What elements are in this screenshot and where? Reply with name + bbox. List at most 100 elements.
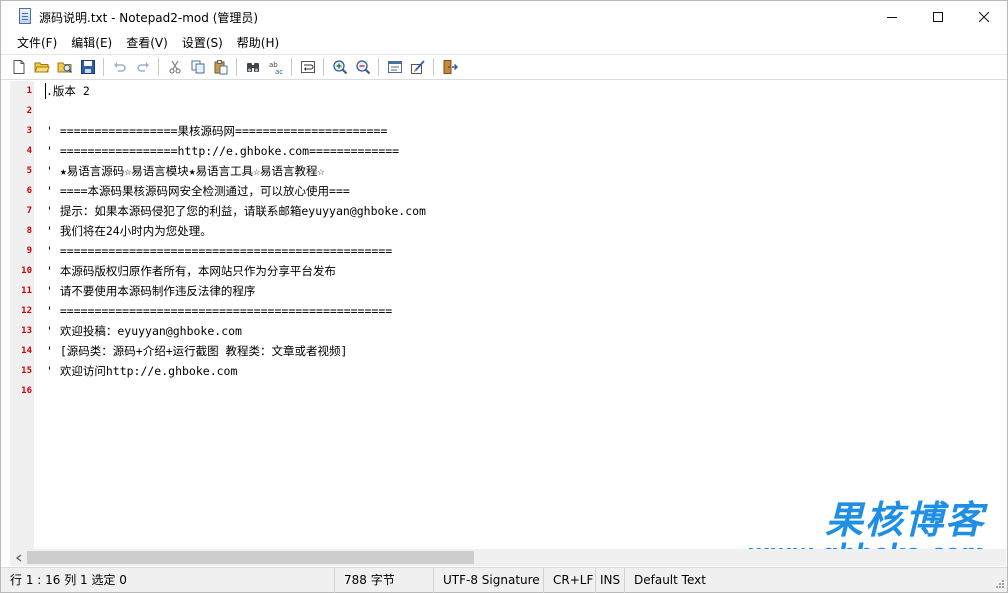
- toolbar-separator: [158, 58, 159, 76]
- toolbar: ab ac: [1, 54, 1007, 80]
- close-icon: [979, 12, 989, 22]
- notepad2-window: 源码说明.txt - Notepad2-mod (管理员) 文件(F) 编辑(E…: [0, 0, 1008, 593]
- code-line[interactable]: ' 欢迎投稿：eyuyyan@ghboke.com: [46, 321, 242, 341]
- menu-settings[interactable]: 设置(S): [175, 33, 230, 53]
- status-line-ending[interactable]: CR+LF: [544, 567, 596, 593]
- toolbar-separator: [378, 58, 379, 76]
- menu-help[interactable]: 帮助(H): [230, 33, 286, 53]
- code-line[interactable]: ' =================果核源码网================…: [46, 121, 387, 141]
- paste-icon: [214, 60, 227, 75]
- editor-area[interactable]: 1 2 3 4 5 6 7 8 9 10 11 12 13 14 15 16 .…: [10, 81, 1006, 549]
- toolbar-separator: [236, 58, 237, 76]
- new-file-button[interactable]: [7, 56, 30, 78]
- scheme-button[interactable]: [383, 56, 406, 78]
- redo-button[interactable]: [131, 56, 154, 78]
- close-button[interactable]: [961, 1, 1007, 33]
- code-line[interactable]: ' 本源码版权归原作者所有，本网站只作为分享平台发布: [46, 261, 336, 281]
- replace-icon: abac: [269, 61, 283, 75]
- toolbar-separator: [433, 58, 434, 76]
- zoom-in-button[interactable]: [328, 56, 351, 78]
- svg-text:ac: ac: [275, 68, 283, 75]
- new-file-icon: [13, 60, 24, 74]
- code-line[interactable]: ' 请不要使用本源码制作违反法律的程序: [46, 281, 255, 301]
- line-number: 14: [21, 346, 32, 356]
- open-file-button[interactable]: [30, 56, 53, 78]
- line-number: 9: [26, 246, 32, 256]
- code-line[interactable]: ' ★易语言源码☆易语言模块★易语言工具☆易语言教程☆: [46, 161, 324, 181]
- cut-button[interactable]: [163, 56, 186, 78]
- resize-grip-icon[interactable]: [991, 577, 1005, 591]
- save-icon: [80, 60, 95, 74]
- chevron-left-icon: [15, 553, 21, 562]
- toolbar-separator: [323, 58, 324, 76]
- exit-icon: [443, 60, 458, 74]
- zoom-out-icon: [355, 60, 370, 75]
- customize-icon: [410, 60, 425, 74]
- line-number: 11: [21, 286, 32, 296]
- code-line[interactable]: ' =================http://e.ghboke.com==…: [46, 141, 399, 161]
- scheme-icon: [387, 61, 402, 73]
- status-file-size: 788 字节: [335, 567, 434, 593]
- scrollbar-thumb[interactable]: [27, 551, 474, 564]
- code-line[interactable]: ' 我们将在24小时内为您处理。: [46, 221, 212, 241]
- toolbar-separator: [103, 58, 104, 76]
- browse-button[interactable]: [53, 56, 76, 78]
- status-bar: 行 1 : 16 列 1 选定 0 788 字节 UTF-8 Signature…: [1, 567, 1007, 593]
- horizontal-scrollbar[interactable]: [10, 549, 1006, 566]
- maximize-icon: [933, 12, 943, 22]
- line-number: 3: [26, 126, 32, 136]
- customize-button[interactable]: [406, 56, 429, 78]
- line-number: 15: [21, 366, 32, 376]
- minimize-button[interactable]: [869, 1, 915, 33]
- menu-view[interactable]: 查看(V): [119, 33, 175, 53]
- copy-button[interactable]: [186, 56, 209, 78]
- copy-icon: [191, 60, 204, 74]
- undo-icon: [113, 62, 126, 72]
- code-line[interactable]: ' [源码类：源码+介绍+运行截图 教程类：文章或者视频]: [46, 341, 347, 361]
- code-line[interactable]: ' 欢迎访问http://e.ghboke.com: [46, 361, 237, 381]
- exit-button[interactable]: [438, 56, 461, 78]
- menu-file[interactable]: 文件(F): [10, 33, 64, 53]
- redo-icon: [136, 62, 149, 72]
- code-line[interactable]: ' ======================================…: [46, 301, 392, 321]
- menu-edit[interactable]: 编辑(E): [64, 33, 119, 53]
- zoom-out-button[interactable]: [351, 56, 374, 78]
- line-number: 6: [26, 186, 32, 196]
- scroll-left-button[interactable]: [10, 549, 27, 566]
- find-icon: [246, 63, 259, 72]
- code-line[interactable]: ' 提示：如果本源码侵犯了您的利益，请联系邮箱eyuyyan@ghboke.co…: [46, 201, 426, 221]
- line-number: 4: [26, 146, 32, 156]
- browse-icon: [57, 62, 72, 74]
- open-folder-icon: [33, 62, 50, 73]
- line-number: 13: [21, 326, 32, 336]
- menu-bar: 文件(F) 编辑(E) 查看(V) 设置(S) 帮助(H): [1, 33, 1007, 53]
- line-number: 7: [26, 206, 32, 216]
- line-number: 5: [26, 166, 32, 176]
- save-button[interactable]: [76, 56, 99, 78]
- status-position: 行 1 : 16 列 1 选定 0: [1, 567, 335, 593]
- paste-button[interactable]: [209, 56, 232, 78]
- word-wrap-button[interactable]: [296, 56, 319, 78]
- code-line[interactable]: ' ====本源码果核源码网安全检测通过，可以放心使用===: [46, 181, 350, 201]
- line-number: 16: [21, 386, 32, 396]
- window-title: 源码说明.txt - Notepad2-mod (管理员): [39, 10, 259, 25]
- notepad-app-icon[interactable]: [17, 8, 33, 26]
- line-number: 1: [26, 86, 32, 96]
- undo-button[interactable]: [108, 56, 131, 78]
- status-encoding[interactable]: UTF-8 Signature: [434, 567, 544, 593]
- replace-button[interactable]: ab ac: [264, 56, 287, 78]
- find-button[interactable]: [241, 56, 264, 78]
- maximize-button[interactable]: [915, 1, 961, 33]
- line-number: 2: [26, 106, 32, 116]
- line-number: 12: [21, 306, 32, 316]
- code-line[interactable]: ' ======================================…: [46, 241, 392, 261]
- window-controls: [869, 1, 1007, 33]
- status-scheme[interactable]: Default Text: [625, 568, 735, 593]
- word-wrap-icon: [300, 61, 315, 73]
- status-insert-mode[interactable]: INS: [596, 567, 625, 593]
- minimize-icon: [887, 17, 897, 18]
- line-number: 10: [21, 266, 32, 276]
- cut-icon: [169, 60, 180, 74]
- code-line[interactable]: .版本 2: [46, 81, 90, 101]
- title-bar[interactable]: 源码说明.txt - Notepad2-mod (管理员): [1, 1, 1007, 33]
